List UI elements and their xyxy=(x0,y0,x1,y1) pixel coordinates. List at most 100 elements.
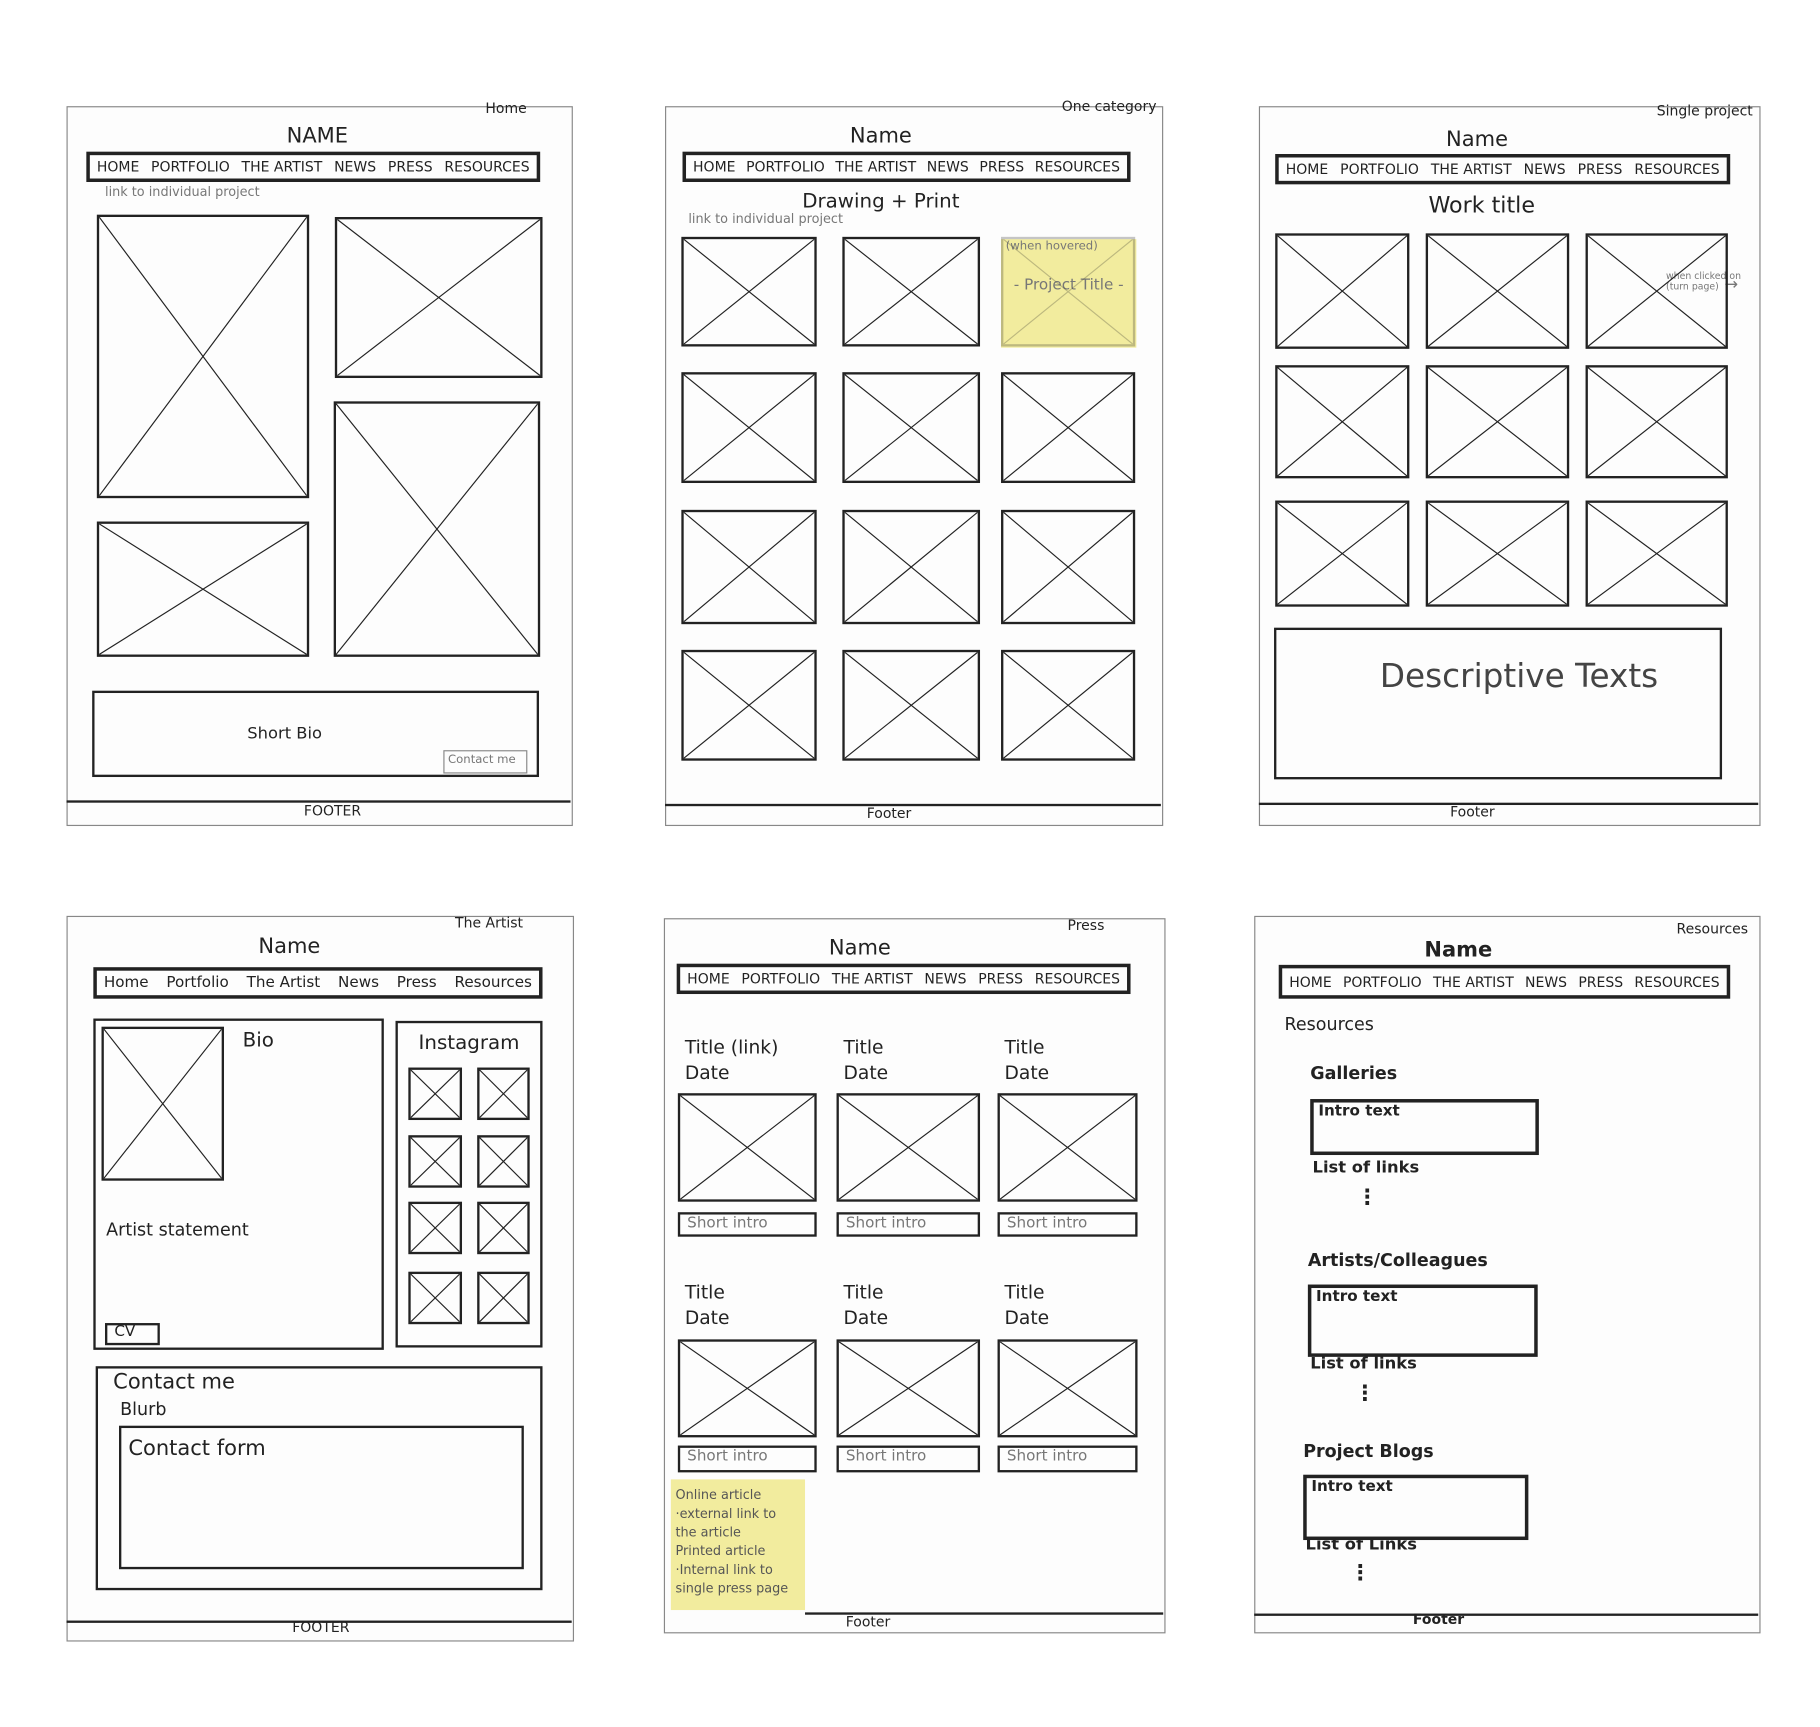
image-placeholder[interactable] xyxy=(997,1339,1138,1438)
image-placeholder[interactable] xyxy=(836,1339,981,1438)
image-placeholder[interactable] xyxy=(677,1093,817,1202)
nav-artist[interactable]: THE ARTIST xyxy=(1433,974,1514,990)
nav-news[interactable]: NEWS xyxy=(1525,974,1567,990)
nav-resources[interactable]: Resources xyxy=(454,974,531,992)
image-placeholder[interactable] xyxy=(1585,233,1728,349)
image-placeholder[interactable] xyxy=(677,1339,817,1438)
nav-press[interactable]: PRESS xyxy=(1578,974,1623,990)
site-name: Name xyxy=(849,123,912,149)
wireframe-sheet: Home NAME HOME PORTFOLIO THE ARTIST NEWS PRE… xyxy=(0,0,1820,1727)
press-title[interactable]: Title xyxy=(1005,1036,1045,1058)
short-intro: Short intro xyxy=(687,1214,768,1233)
nav-portfolio[interactable]: PORTFOLIO xyxy=(1343,974,1422,990)
nav-news[interactable]: NEWS xyxy=(924,971,966,987)
nav-news[interactable]: News xyxy=(338,974,379,992)
image-placeholder[interactable] xyxy=(477,1271,530,1325)
image-placeholder xyxy=(101,1026,225,1181)
image-placeholder[interactable] xyxy=(681,236,817,347)
nav-resources[interactable]: RESOURCES xyxy=(1035,159,1120,175)
nav-news[interactable]: NEWS xyxy=(334,159,376,175)
press-title[interactable]: Title xyxy=(844,1036,884,1058)
image-placeholder[interactable] xyxy=(842,649,981,761)
image-placeholder[interactable] xyxy=(1585,500,1728,607)
image-placeholder[interactable] xyxy=(334,217,543,379)
image-placeholder[interactable] xyxy=(1425,500,1570,607)
section-title: Galleries xyxy=(1310,1062,1398,1084)
nav-artist[interactable]: THE ARTIST xyxy=(1431,161,1512,177)
nav-news[interactable]: NEWS xyxy=(1524,161,1566,177)
image-placeholder[interactable] xyxy=(1425,233,1570,349)
press-title[interactable]: Title xyxy=(844,1281,884,1303)
nav-press[interactable]: PRESS xyxy=(388,159,433,175)
image-placeholder[interactable] xyxy=(1001,649,1136,761)
nav-home[interactable]: HOME xyxy=(687,971,729,987)
image-placeholder[interactable] xyxy=(681,649,817,761)
list-of-links[interactable]: List of Links xyxy=(1306,1535,1417,1554)
nav-home[interactable]: HOME xyxy=(1289,974,1331,990)
image-placeholder[interactable] xyxy=(842,509,981,625)
list-of-links[interactable]: List of links xyxy=(1313,1159,1420,1178)
image-placeholder[interactable] xyxy=(1275,365,1410,479)
image-placeholder[interactable] xyxy=(333,401,541,657)
nav-press[interactable]: PRESS xyxy=(979,159,1024,175)
image-placeholder[interactable] xyxy=(1585,365,1728,479)
nav-press[interactable]: Press xyxy=(397,974,437,992)
nav-home[interactable]: HOME xyxy=(97,159,139,175)
image-placeholder[interactable] xyxy=(96,521,310,657)
image-placeholder[interactable] xyxy=(1425,365,1570,479)
image-placeholder[interactable] xyxy=(1275,233,1410,349)
nav-resources[interactable]: RESOURCES xyxy=(444,159,529,175)
nav-resources[interactable]: RESOURCES xyxy=(1634,974,1719,990)
nav-portfolio[interactable]: PORTFOLIO xyxy=(151,159,230,175)
section-title: Project Blogs xyxy=(1303,1440,1434,1462)
nav-news[interactable]: NEWS xyxy=(927,159,969,175)
nav-artist[interactable]: THE ARTIST xyxy=(242,159,323,175)
image-placeholder[interactable] xyxy=(681,509,817,625)
list-of-links[interactable]: List of links xyxy=(1310,1355,1417,1374)
site-name: Name xyxy=(1446,127,1509,152)
image-placeholder[interactable] xyxy=(997,1093,1138,1202)
resources-heading: Resources xyxy=(1284,1013,1374,1035)
nav-press[interactable]: PRESS xyxy=(1578,161,1623,177)
nav-press[interactable]: PRESS xyxy=(978,971,1023,987)
image-placeholder[interactable] xyxy=(96,214,310,499)
image-placeholder[interactable] xyxy=(836,1093,981,1202)
image-placeholder[interactable] xyxy=(408,1135,463,1188)
footer: Footer xyxy=(845,1613,891,1630)
nav-resources[interactable]: RESOURCES xyxy=(1035,971,1120,987)
image-placeholder[interactable] xyxy=(408,1067,463,1121)
nav-home[interactable]: HOME xyxy=(693,159,735,175)
image-placeholder[interactable] xyxy=(842,372,981,484)
nav-portfolio[interactable]: PORTFOLIO xyxy=(741,971,820,987)
nav-portfolio[interactable]: PORTFOLIO xyxy=(1340,161,1419,177)
page-label: Home xyxy=(485,100,527,117)
intro-text: Intro text xyxy=(1318,1102,1400,1121)
press-title[interactable]: Title xyxy=(1005,1281,1045,1303)
nav-home[interactable]: Home xyxy=(104,974,149,992)
nav-portfolio[interactable]: Portfolio xyxy=(166,974,228,992)
press-title[interactable]: Title xyxy=(685,1281,725,1303)
image-placeholder[interactable] xyxy=(477,1067,530,1121)
image-placeholder[interactable] xyxy=(1001,372,1136,484)
nav-home[interactable]: HOME xyxy=(1286,161,1328,177)
nav-portfolio[interactable]: PORTFOLIO xyxy=(746,159,825,175)
nav-bar: HOME PORTFOLIO THE ARTIST NEWS PRESS RESOURCE… xyxy=(1278,964,1731,999)
press-date: Date xyxy=(1004,1306,1050,1329)
image-placeholder[interactable] xyxy=(477,1135,530,1188)
image-placeholder[interactable] xyxy=(681,372,817,484)
image-placeholder[interactable] xyxy=(1001,236,1136,347)
nav-artist[interactable]: THE ARTIST xyxy=(832,971,913,987)
nav-artist[interactable]: THE ARTIST xyxy=(835,159,916,175)
image-placeholder[interactable] xyxy=(477,1201,530,1255)
artist-statement: Artist statement xyxy=(106,1219,249,1241)
site-name: NAME xyxy=(286,123,349,149)
footer-divider xyxy=(1254,1613,1759,1616)
image-placeholder[interactable] xyxy=(1001,509,1136,625)
image-placeholder[interactable] xyxy=(842,236,981,347)
image-placeholder[interactable] xyxy=(1275,500,1410,607)
press-title[interactable]: Title (link) xyxy=(685,1036,779,1058)
nav-artist[interactable]: The Artist xyxy=(247,974,321,992)
nav-resources[interactable]: RESOURCES xyxy=(1634,161,1719,177)
image-placeholder[interactable] xyxy=(408,1271,463,1325)
image-placeholder[interactable] xyxy=(408,1201,463,1255)
